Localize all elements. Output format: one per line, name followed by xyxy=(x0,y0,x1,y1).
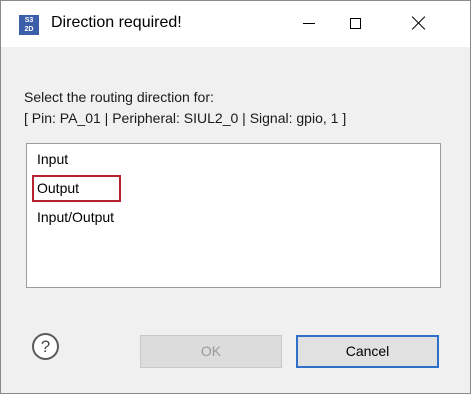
ok-button[interactable]: OK xyxy=(140,335,282,368)
prompt-text: Select the routing direction for: xyxy=(24,89,214,105)
maximize-button[interactable] xyxy=(332,1,378,45)
dialog-window: S3 2D Direction required! Select the rout… xyxy=(0,0,471,394)
direction-list[interactable]: Input Output Input/Output xyxy=(26,143,441,288)
pin-details-text: [ Pin: PA_01 | Peripheral: SIUL2_0 | Sig… xyxy=(24,110,347,126)
list-item-input[interactable]: Input xyxy=(35,149,70,169)
close-icon xyxy=(412,16,426,30)
app-icon: S3 2D xyxy=(19,15,39,35)
minimize-button[interactable] xyxy=(286,1,332,45)
maximize-icon xyxy=(349,17,361,29)
list-item-input-output[interactable]: Input/Output xyxy=(35,207,116,227)
minimize-icon xyxy=(303,22,315,24)
close-button[interactable] xyxy=(396,1,442,45)
title-bar[interactable]: S3 2D Direction required! xyxy=(1,1,470,47)
list-item-output[interactable]: Output xyxy=(35,178,81,198)
cancel-button[interactable]: Cancel xyxy=(296,335,439,368)
help-icon[interactable]: ? xyxy=(32,333,59,360)
window-title: Direction required! xyxy=(51,14,182,31)
